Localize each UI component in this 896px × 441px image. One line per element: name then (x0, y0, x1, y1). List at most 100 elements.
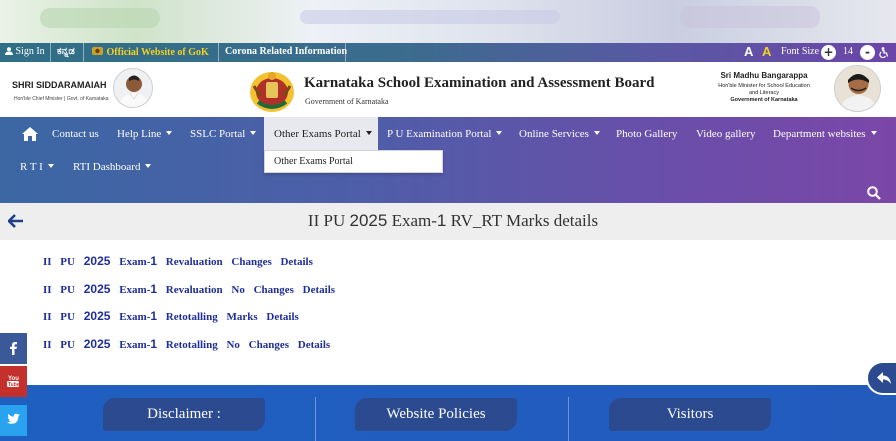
link-exam: Exam-1 (119, 309, 158, 323)
link-exam-num: 1 (150, 337, 158, 351)
twitter-icon (7, 413, 20, 424)
visitors-button[interactable]: Visitors (609, 398, 771, 431)
link-revaluation-changes[interactable]: II PU 2025 Exam-1 Revaluation Changes De… (43, 254, 313, 268)
nav-rti-label: R T I (20, 161, 43, 173)
emblem-icon (92, 47, 103, 55)
minister-line-1: Hon'ble Minister for School Education (718, 83, 810, 89)
nav-rti[interactable]: R T I (20, 161, 54, 173)
nav-online-services-label: Online Services (519, 128, 589, 140)
nav-contact-us[interactable]: Contact us (52, 128, 99, 140)
chevron-down-icon (593, 131, 600, 136)
page-title-suffix: RV_RT Marks details (446, 211, 599, 230)
nav-video-gallery[interactable]: Video gallery (696, 128, 756, 140)
nav-online-services[interactable]: Online Services (519, 128, 600, 140)
page-title-prefix: II PU (307, 211, 350, 230)
cm-avatar (113, 68, 153, 108)
nav-department-websites-label: Department websites (773, 128, 866, 140)
minister-line-2: and Literacy (749, 90, 779, 96)
site-header: SHRI SIDDARAMAIAH Hon'ble Chief Minister… (0, 62, 896, 117)
share-fab-button[interactable] (866, 361, 896, 395)
link-prefix: II PU (43, 256, 75, 268)
main-navigation: Contact us Help Line SSLC Portal Other E… (0, 117, 896, 203)
page-title-year: 2025 (349, 211, 388, 230)
nav-help-line-label: Help Line (117, 128, 162, 140)
link-exam-label: Exam- (119, 311, 151, 323)
link-exam-num: 1 (150, 309, 158, 323)
nav-rti-dashboard[interactable]: RTI Dashboard (73, 161, 152, 173)
link-exam: Exam-1 (119, 337, 158, 351)
corona-info-link[interactable]: Corona Related Information (225, 46, 347, 57)
sign-in-label: Sign In (15, 46, 45, 57)
page-title-num: 1 (436, 211, 447, 230)
link-prefix: II PU (43, 339, 75, 351)
website-policies-button[interactable]: Website Policies (355, 398, 517, 431)
board-subtitle: Government of Karnataka (305, 97, 389, 106)
nav-department-websites[interactable]: Department websites (773, 128, 877, 140)
page-root: Sign In ಕನ್ನಡ Official Website of GoK Co… (0, 0, 896, 441)
accessibility-icon[interactable] (878, 47, 889, 58)
link-year: 2025 (83, 254, 111, 268)
search-icon[interactable] (867, 186, 881, 200)
sign-in-link[interactable]: Sign In (5, 46, 45, 57)
font-contrast-normal-button[interactable]: A (744, 44, 753, 59)
nav-help-line[interactable]: Help Line (117, 128, 173, 140)
cm-subtitle: Hon'ble Chief Minister | Govt. of Karnat… (14, 96, 109, 102)
page-title-bar: II PU 2025 Exam-1 RV_RT Marks details (0, 203, 896, 240)
chevron-down-icon (250, 131, 257, 136)
font-decrease-button[interactable]: - (860, 45, 875, 60)
svg-text:Tube: Tube (8, 382, 19, 388)
link-retotalling-no-changes[interactable]: II PU 2025 Exam-1 Retotalling No Changes… (43, 337, 330, 351)
dropdown-item-other-exams-portal[interactable]: Other Exams Portal (274, 156, 353, 167)
link-exam-label: Exam- (119, 339, 151, 351)
nav-pu-examination-portal-label: P U Examination Portal (387, 128, 492, 140)
home-icon[interactable] (22, 127, 38, 141)
chevron-down-icon (47, 164, 54, 169)
minister-line-3: Government of Karnataka (730, 97, 798, 103)
nav-sslc-portal[interactable]: SSLC Portal (190, 128, 257, 140)
kannada-language-link[interactable]: ಕನ್ನಡ (57, 46, 75, 57)
link-revaluation-no-changes[interactable]: II PU 2025 Exam-1 Revaluation No Changes… (43, 282, 335, 296)
link-retotalling-marks[interactable]: II PU 2025 Exam-1 Retotalling Marks Deta… (43, 309, 299, 323)
minister-designation: Hon'ble Minister for School Education an… (700, 83, 828, 104)
gok-label: Official Website of GoK (106, 47, 209, 58)
font-contrast-high-button[interactable]: A (762, 44, 771, 59)
page-title: II PU 2025 Exam-1 RV_RT Marks details (0, 211, 896, 231)
minister-avatar (834, 65, 881, 112)
disclaimer-button[interactable]: Disclaimer : (103, 398, 265, 431)
chevron-down-icon (870, 131, 877, 136)
nav-other-exams-portal[interactable]: Other Exams Portal (274, 128, 372, 140)
youtube-link[interactable]: You Tube (0, 366, 27, 397)
nav-rti-dashboard-label: RTI Dashboard (73, 161, 141, 173)
font-size-value: 14 (843, 46, 853, 57)
user-icon (5, 47, 13, 55)
font-increase-button[interactable]: + (821, 45, 836, 60)
minister-name: Sri Madhu Bangarappa (720, 71, 808, 80)
nav-photo-gallery[interactable]: Photo Gallery (616, 128, 677, 140)
nav-sslc-portal-label: SSLC Portal (190, 128, 246, 140)
chevron-down-icon (496, 131, 503, 136)
nav-pu-examination-portal[interactable]: P U Examination Portal (387, 128, 503, 140)
twitter-link[interactable] (0, 405, 27, 436)
link-text: Retotalling No Changes Details (165, 339, 331, 351)
chevron-down-icon (145, 164, 152, 169)
link-prefix: II PU (43, 284, 75, 296)
karnataka-emblem-logo (250, 72, 294, 112)
link-exam-label: Exam- (119, 284, 151, 296)
link-exam-num: 1 (150, 254, 158, 268)
page-title-mid: Exam- (387, 211, 437, 230)
link-exam: Exam-1 (119, 282, 157, 296)
board-title: Karnataka School Examination and Assessm… (304, 75, 655, 91)
link-exam: Exam-1 (119, 254, 158, 268)
link-text: Revaluation Changes Details (165, 256, 313, 268)
chevron-down-icon (365, 131, 372, 136)
link-year: 2025 (83, 309, 111, 323)
link-exam-label: Exam- (119, 256, 151, 268)
link-text: Retotalling Marks Details (165, 311, 299, 323)
reply-arrow-icon (877, 372, 891, 384)
nav-other-exams-portal-label: Other Exams Portal (274, 128, 361, 140)
other-exams-dropdown: Other Exams Portal (264, 150, 443, 173)
cm-name: SHRI SIDDARAMAIAH (12, 80, 107, 90)
facebook-link[interactable] (0, 333, 27, 364)
official-website-gok-link[interactable]: Official Website of GoK (91, 46, 209, 58)
chevron-down-icon (166, 131, 173, 136)
